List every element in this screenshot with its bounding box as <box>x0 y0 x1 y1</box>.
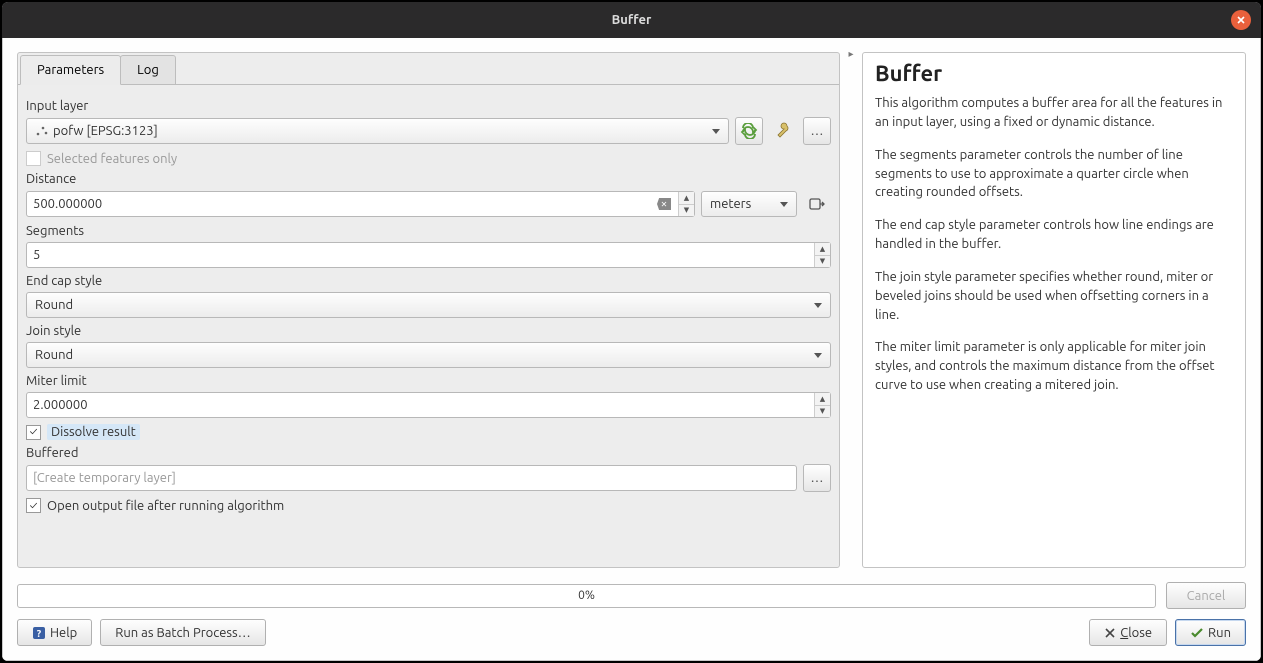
label-miter-limit: Miter limit <box>26 374 831 388</box>
help-p5: The miter limit parameter is only applic… <box>875 338 1233 395</box>
parameters-panel: Parameters Log Input layer pofw [EPSG:31… <box>17 52 840 568</box>
distance-spinner[interactable]: ▲▼ <box>678 192 694 216</box>
help-p3: The end cap style parameter controls how… <box>875 216 1233 254</box>
miter-limit-input[interactable] <box>26 392 831 418</box>
segments-spinner[interactable]: ▲▼ <box>814 243 830 267</box>
data-defined-button[interactable] <box>803 190 831 218</box>
progress-bar: 0% <box>17 584 1156 608</box>
label-join-style: Join style <box>26 324 831 338</box>
help-p1: This algorithm computes a buffer area fo… <box>875 94 1233 132</box>
distance-input[interactable] <box>26 191 695 217</box>
open-output-checkbox[interactable]: ✓ <box>26 498 41 513</box>
run-button[interactable]: Run <box>1175 619 1246 646</box>
label-end-cap: End cap style <box>26 274 831 288</box>
iterate-button[interactable] <box>735 117 763 145</box>
input-layer-browse-button[interactable]: … <box>803 117 831 145</box>
window-title: Buffer <box>612 13 652 27</box>
help-panel: Buffer This algorithm computes a buffer … <box>862 52 1246 568</box>
label-buffered: Buffered <box>26 446 831 460</box>
join-style-dropdown[interactable]: Round <box>26 342 831 368</box>
cancel-button: Cancel <box>1166 582 1246 609</box>
x-icon <box>1104 627 1116 639</box>
titlebar: Buffer <box>2 2 1261 38</box>
label-input-layer: Input layer <box>26 99 831 113</box>
close-icon[interactable] <box>1231 10 1251 30</box>
dissolve-checkbox[interactable]: ✓ <box>26 425 41 440</box>
clear-distance-icon[interactable]: ✕ <box>657 198 671 210</box>
open-output-checkbox-row[interactable]: ✓ Open output file after running algorit… <box>26 498 831 513</box>
miter-limit-spinner[interactable]: ▲▼ <box>814 393 830 417</box>
label-distance: Distance <box>26 172 831 186</box>
close-button[interactable]: Close <box>1089 619 1167 646</box>
point-layer-icon <box>35 124 49 138</box>
help-p2: The segments parameter controls the numb… <box>875 146 1233 203</box>
buffered-browse-button[interactable]: … <box>803 464 831 492</box>
data-override-icon <box>808 196 826 212</box>
svg-text:?: ? <box>37 628 42 639</box>
ok-icon <box>1190 626 1204 640</box>
selected-features-checkbox-row: Selected features only <box>26 151 831 166</box>
label-segments: Segments <box>26 224 831 238</box>
help-button[interactable]: ? Help <box>17 619 92 646</box>
buffered-output-input[interactable] <box>26 465 797 491</box>
dialog-window: Buffer Parameters Log Input layer pofw [… <box>2 2 1261 661</box>
dissolve-label: Dissolve result <box>47 424 140 440</box>
collapse-help-icon[interactable]: ▸ <box>848 48 853 60</box>
dissolve-checkbox-row[interactable]: ✓ Dissolve result <box>26 424 831 440</box>
advanced-button[interactable] <box>769 117 797 145</box>
help-icon: ? <box>32 626 46 640</box>
distance-units-dropdown[interactable]: meters <box>701 191 797 217</box>
tab-parameters[interactable]: Parameters <box>20 55 121 85</box>
input-layer-dropdown[interactable]: pofw [EPSG:3123] <box>26 118 729 144</box>
help-p4: The join style parameter specifies wheth… <box>875 268 1233 325</box>
dialog-content: Parameters Log Input layer pofw [EPSG:31… <box>2 38 1261 661</box>
help-title: Buffer <box>875 61 1233 86</box>
tab-log[interactable]: Log <box>120 55 176 85</box>
segments-input[interactable] <box>26 242 831 268</box>
selected-features-checkbox <box>26 151 41 166</box>
end-cap-dropdown[interactable]: Round <box>26 292 831 318</box>
batch-button[interactable]: Run as Batch Process… <box>100 619 265 646</box>
wrench-icon <box>773 121 793 141</box>
